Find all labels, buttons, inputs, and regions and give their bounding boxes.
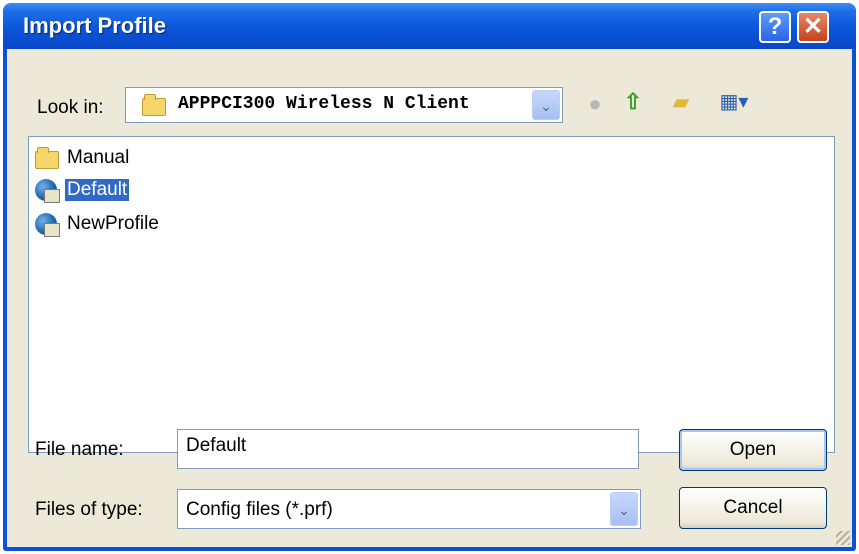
new-folder-icon[interactable]: ▰ <box>665 89 697 115</box>
up-folder-icon[interactable]: ⇧ <box>619 89 647 115</box>
chevron-down-icon[interactable]: ⌄ <box>532 90 560 120</box>
back-icon[interactable]: ● <box>581 91 609 117</box>
folder-icon <box>35 147 59 169</box>
list-item-label: NewProfile <box>67 213 159 234</box>
cancel-button[interactable]: Cancel <box>679 487 827 529</box>
title-bar[interactable]: Import Profile ? ✕ <box>3 3 856 49</box>
file-name-input[interactable]: Default <box>177 429 639 469</box>
file-type-value: Config files (*.prf) <box>186 499 333 520</box>
import-profile-dialog: Import Profile ? ✕ Look in: APPPCI300 Wi… <box>3 3 856 551</box>
file-name-label: File name: <box>35 439 124 460</box>
profile-icon <box>35 179 60 203</box>
dialog-body: Look in: APPPCI300 Wireless N Client ⌄ ●… <box>7 49 852 547</box>
look-in-label: Look in: <box>37 97 104 118</box>
file-list[interactable]: Manual Default NewProfile <box>28 136 835 453</box>
list-item-label: Manual <box>67 147 130 168</box>
close-button[interactable]: ✕ <box>797 11 829 43</box>
chevron-down-icon[interactable]: ⌄ <box>610 492 638 526</box>
window-title: Import Profile <box>23 13 167 38</box>
look-in-value: APPPCI300 Wireless N Client <box>178 94 470 114</box>
folder-icon <box>142 94 166 116</box>
open-button[interactable]: Open <box>679 429 827 471</box>
list-item-label: Default <box>65 179 130 201</box>
resize-grip[interactable] <box>836 531 850 545</box>
file-type-dropdown[interactable]: Config files (*.prf) ⌄ <box>177 489 641 529</box>
profile-icon <box>35 213 60 237</box>
help-icon: ? <box>767 13 783 40</box>
views-menu-icon[interactable]: ▦▾ <box>712 89 756 115</box>
look-in-dropdown[interactable]: APPPCI300 Wireless N Client ⌄ <box>125 87 563 123</box>
help-button[interactable]: ? <box>759 11 791 43</box>
close-icon: ✕ <box>802 13 824 40</box>
file-type-label: Files of type: <box>35 499 143 520</box>
